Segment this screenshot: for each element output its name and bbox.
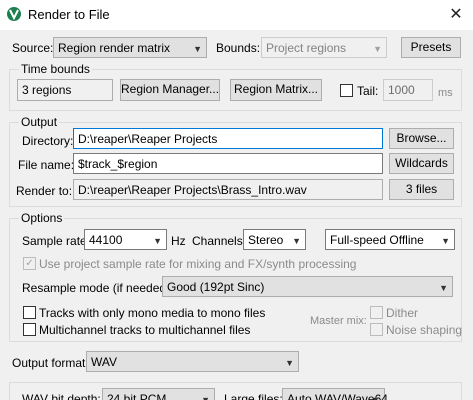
master-mix-label: Master mix: [310, 315, 367, 327]
resample-value: Good (192pt Sinc) [167, 280, 265, 294]
chevron-down-icon: ▼ [285, 358, 294, 368]
bounds-dropdown[interactable]: Project regions ▼ [261, 37, 387, 58]
chevron-down-icon: ▼ [193, 44, 202, 54]
source-label: Source: [12, 41, 54, 55]
wav-bit-depth-dropdown[interactable]: 24 bit PCM ▼ [102, 388, 215, 400]
output-format-label: Output format: [12, 356, 89, 370]
render-speed-dropdown[interactable]: Full-speed Offline ▼ [325, 229, 455, 250]
tail-ms-field[interactable]: 1000 [383, 79, 433, 101]
tail-checkbox[interactable] [340, 84, 353, 97]
sample-rate-dropdown[interactable]: 44100 ▼ [84, 229, 167, 250]
directory-input[interactable]: D:\reaper\Reaper Projects [73, 128, 383, 149]
output-format-dropdown[interactable]: WAV ▼ [86, 351, 299, 372]
presets-button[interactable]: Presets [401, 37, 461, 58]
chevron-down-icon: ▼ [373, 44, 382, 54]
large-files-label: Large files: [224, 392, 283, 400]
chevron-down-icon: ▼ [439, 283, 448, 293]
use-project-rate-label: Use project sample rate for mixing and F… [39, 257, 357, 271]
sample-rate-value: 44100 [89, 233, 123, 247]
channels-value: Stereo [248, 233, 284, 247]
wildcards-button[interactable]: Wildcards [389, 153, 454, 174]
channels-dropdown[interactable]: Stereo ▼ [243, 229, 306, 250]
output-title: Output [19, 115, 60, 129]
noise-shaping-checkbox[interactable] [370, 323, 383, 336]
filename-label: File name: [18, 158, 75, 172]
region-manager-button[interactable]: Region Manager... [120, 79, 220, 101]
sample-rate-label: Sample rate: [22, 234, 91, 248]
wav-bit-depth-label: WAV bit depth: [22, 392, 101, 400]
chevron-down-icon: ▼ [441, 236, 450, 246]
multichannel-label: Multichannel tracks to multichannel file… [39, 323, 251, 337]
chevron-down-icon: ▼ [153, 236, 162, 246]
mono-tracks-checkbox[interactable] [23, 306, 36, 319]
resample-dropdown[interactable]: Good (192pt Sinc) ▼ [162, 276, 453, 297]
dither-label: Dither [386, 306, 419, 320]
render-to-path: D:\reaper\Reaper Projects\Brass_Intro.wa… [73, 179, 383, 200]
tail-label: Tail: [357, 84, 379, 98]
dither-checkbox[interactable] [370, 306, 383, 319]
wav-bit-depth-value: 24 bit PCM [107, 392, 167, 400]
noise-shaping-label: Noise shaping [386, 323, 463, 337]
source-value: Region render matrix [58, 41, 171, 55]
render-speed-value: Full-speed Offline [330, 233, 424, 247]
time-bounds-title: Time bounds [19, 62, 92, 76]
files-count-button[interactable]: 3 files [389, 179, 454, 200]
browse-button[interactable]: Browse... [389, 128, 454, 149]
filename-input[interactable]: $track_$region [73, 153, 383, 174]
reaper-app-icon [7, 7, 21, 21]
chevron-down-icon: ▼ [371, 395, 380, 400]
options-title: Options [19, 211, 65, 225]
use-project-rate-checkbox[interactable]: ✓ [23, 257, 36, 270]
chevron-down-icon: ▼ [201, 395, 210, 400]
output-format-value: WAV [91, 355, 117, 369]
window-title: Render to File [28, 7, 110, 22]
chevron-down-icon: ▼ [292, 236, 301, 246]
channels-label: Channels: [192, 234, 247, 248]
source-dropdown[interactable]: Region render matrix ▼ [53, 37, 207, 58]
regions-field: 3 regions [17, 79, 113, 101]
tail-unit-label: ms [438, 87, 453, 99]
mono-tracks-label: Tracks with only mono media to mono file… [39, 306, 266, 320]
hz-label: Hz [171, 234, 186, 248]
bounds-label: Bounds: [216, 41, 261, 55]
bounds-value: Project regions [266, 41, 347, 55]
multichannel-checkbox[interactable] [23, 323, 36, 336]
directory-label: Directory: [22, 134, 74, 148]
large-files-dropdown[interactable]: Auto WAV/Wave64 ▼ [282, 388, 388, 400]
close-icon[interactable]: ✕ [445, 4, 467, 26]
resample-label: Resample mode (if needed): [22, 281, 174, 295]
render-to-label: Render to: [16, 184, 73, 198]
region-matrix-button[interactable]: Region Matrix... [230, 79, 322, 101]
